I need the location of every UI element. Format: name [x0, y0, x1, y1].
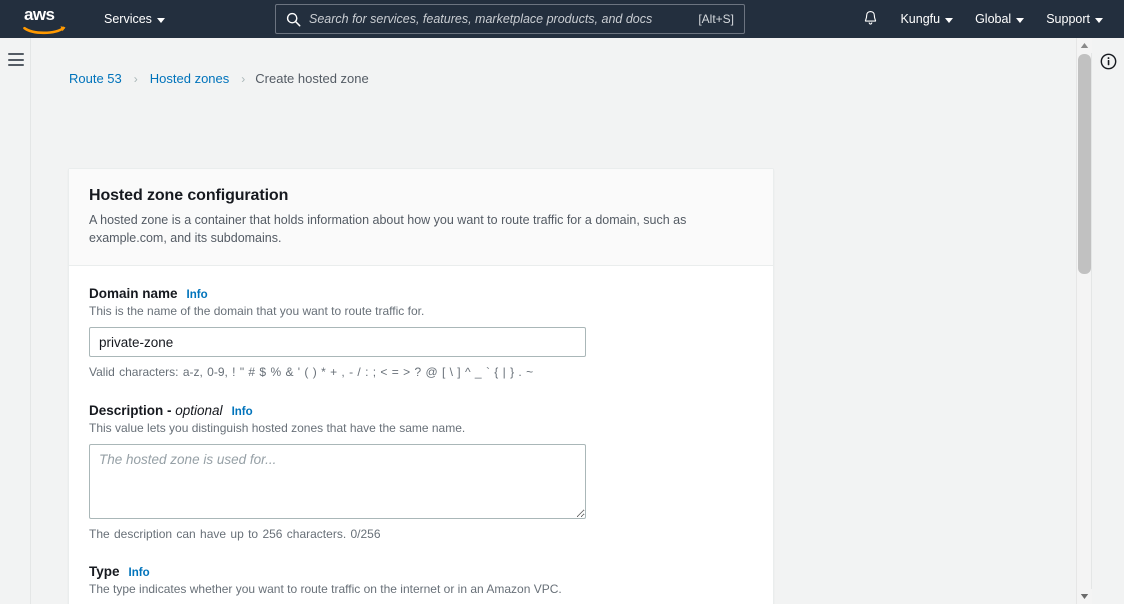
- aws-wordmark: aws: [24, 5, 55, 24]
- breadcrumb-item-hosted-zones[interactable]: Hosted zones: [148, 70, 232, 87]
- breadcrumb: Route 53 › Hosted zones › Create hosted …: [67, 70, 369, 87]
- card-body: Domain name Info This is the name of the…: [69, 266, 773, 604]
- chevron-down-icon: [945, 17, 954, 23]
- description-info-link[interactable]: Info: [232, 406, 253, 418]
- aws-smile-icon: [23, 22, 67, 40]
- right-help-rail: [1091, 38, 1124, 604]
- top-navigation-bar: aws Services Search for services, featur…: [0, 0, 1124, 38]
- domain-name-label: Domain name: [89, 286, 178, 302]
- breadcrumb-item-create-hosted-zone: Create hosted zone: [255, 71, 369, 86]
- breadcrumb-separator-icon: ›: [133, 71, 138, 86]
- global-search-box[interactable]: Search for services, features, marketpla…: [275, 4, 745, 34]
- hosted-zone-configuration-card: Hosted zone configuration A hosted zone …: [68, 168, 774, 604]
- region-menu[interactable]: Global: [964, 0, 1035, 38]
- domain-name-field-group: Domain name Info This is the name of the…: [89, 286, 753, 381]
- domain-name-input[interactable]: [89, 327, 586, 358]
- global-search-placeholder: Search for services, features, marketpla…: [309, 12, 653, 26]
- scrollbar-up-arrow-icon[interactable]: [1077, 38, 1092, 53]
- support-menu[interactable]: Support: [1035, 0, 1114, 38]
- page-content: Route 53 › Hosted zones › Create hosted …: [32, 38, 1091, 604]
- description-hint: The description can have up to 256 chara…: [89, 526, 381, 541]
- page-scrollbar[interactable]: [1076, 38, 1092, 604]
- card-header: Hosted zone configuration A hosted zone …: [69, 169, 773, 267]
- card-description: A hosted zone is a container that holds …: [89, 213, 687, 246]
- domain-name-description: This is the name of the domain that you …: [89, 304, 425, 319]
- type-label: Type: [89, 564, 120, 580]
- description-textarea[interactable]: [89, 443, 586, 519]
- description-field-group: Description - optional Info This value l…: [89, 403, 753, 543]
- domain-name-label-row: Domain name Info: [89, 286, 753, 301]
- left-navigation-rail: [0, 38, 31, 604]
- scrollbar-thumb[interactable]: [1078, 54, 1091, 274]
- description-optional-text: optional: [175, 402, 223, 418]
- hamburger-icon[interactable]: [8, 53, 24, 66]
- description-field-description: This value lets you distinguish hosted z…: [89, 420, 466, 435]
- type-field-description: The type indicates whether you want to r…: [89, 582, 562, 597]
- top-nav-right-group: Kungfu Global Support: [852, 0, 1114, 38]
- breadcrumb-separator-icon: ›: [241, 71, 246, 86]
- notifications-button[interactable]: [852, 0, 889, 38]
- domain-name-hint: Valid characters: a-z, 0-9, ! " # $ % & …: [89, 365, 534, 380]
- hamburger-bar: [8, 64, 24, 66]
- type-label-row: Type Info: [89, 564, 753, 579]
- services-menu[interactable]: Services: [100, 0, 169, 38]
- account-menu[interactable]: Kungfu: [889, 0, 964, 38]
- breadcrumb-item-route-53[interactable]: Route 53: [67, 70, 124, 87]
- card-heading: Hosted zone configuration: [89, 187, 289, 204]
- aws-logo[interactable]: aws: [18, 0, 78, 38]
- account-menu-label: Kungfu: [900, 12, 941, 26]
- region-menu-label: Global: [975, 12, 1012, 26]
- domain-name-info-link[interactable]: Info: [187, 289, 208, 301]
- chevron-down-icon: [156, 17, 165, 23]
- search-icon: [286, 12, 301, 27]
- scrollbar-down-arrow-icon[interactable]: [1077, 589, 1092, 604]
- services-menu-label: Services: [104, 12, 152, 26]
- description-label: Description - optional: [89, 403, 223, 418]
- search-shortcut-hint: [Alt+S]: [698, 12, 734, 26]
- description-label-text: Description -: [89, 402, 176, 418]
- hamburger-bar: [8, 53, 24, 55]
- type-field-group: Type Info The type indicates whether you…: [89, 564, 753, 604]
- bell-icon: [863, 10, 878, 29]
- chevron-down-icon: [1095, 17, 1103, 23]
- info-circle-icon[interactable]: [1100, 53, 1117, 75]
- description-label-row: Description - optional Info: [89, 403, 753, 418]
- support-menu-label: Support: [1046, 12, 1090, 26]
- hamburger-bar: [8, 58, 24, 61]
- chevron-down-icon: [1016, 17, 1025, 23]
- type-info-link[interactable]: Info: [129, 567, 150, 579]
